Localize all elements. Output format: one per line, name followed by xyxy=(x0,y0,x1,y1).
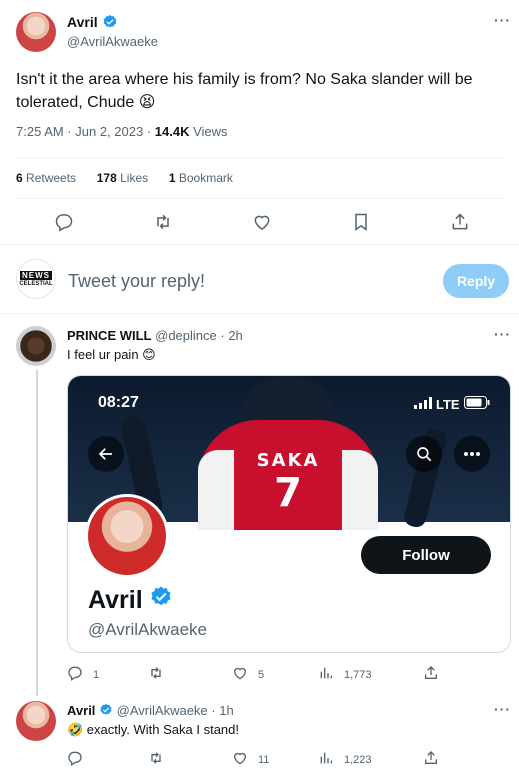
reply1-views-count: 1,773 xyxy=(344,668,372,681)
embedded-image[interactable]: SAKA 7 08:27 LTE Follow Avril @AvrilAkwa… xyxy=(67,375,511,653)
author-handle[interactable]: @AvrilAkwaeke xyxy=(67,34,158,49)
battery-icon xyxy=(463,396,490,412)
reply1-time[interactable]: · 2h xyxy=(220,328,242,343)
likes-label: Likes xyxy=(120,171,149,185)
network-label: LTE xyxy=(436,396,460,412)
bookmark-icon[interactable] xyxy=(351,212,371,232)
profile-name: Avril xyxy=(88,586,143,614)
reply1-views-action[interactable]: 1,773 xyxy=(318,665,372,684)
profile-verified-badge-icon xyxy=(149,585,173,616)
tweet-stats: 6 Retweets 178 Likes 1 Bookmark xyxy=(16,171,233,185)
tweet-text: Isn't it the area where his family is fr… xyxy=(16,71,473,111)
author-avatar[interactable] xyxy=(16,12,56,52)
jersey-name: SAKA xyxy=(256,450,320,471)
reply-input[interactable]: Tweet your reply! xyxy=(68,271,205,292)
back-arrow-icon[interactable] xyxy=(88,436,124,472)
reply1-like-action[interactable]: 5 xyxy=(232,665,264,684)
reply2-author-name[interactable]: Avril xyxy=(67,703,95,718)
retweet-icon[interactable] xyxy=(153,212,173,232)
retweet-icon xyxy=(148,750,164,769)
like-icon xyxy=(232,750,248,769)
jersey-number: 7 xyxy=(274,470,302,516)
bookmarks-count: 1 xyxy=(168,171,176,185)
reply2-time[interactable]: · 1h xyxy=(211,703,233,718)
thread-line xyxy=(36,370,38,696)
reply2-header: Avril @AvrilAkwaeke · 1h xyxy=(67,703,234,720)
divider xyxy=(0,244,519,245)
retweets-count: 6 xyxy=(16,171,23,185)
reply2-more-icon[interactable]: ··· xyxy=(494,701,511,717)
reply1-author-name[interactable]: PRINCE WILL xyxy=(67,328,152,343)
tweet-timestamp[interactable]: 7:25 AM · Jun 2, 2023 xyxy=(16,124,143,139)
likes-count: 178 xyxy=(96,171,117,185)
author-name-row[interactable]: Avril xyxy=(67,14,118,33)
reply1-reply-action[interactable]: 1 xyxy=(67,665,99,684)
author-name[interactable]: Avril xyxy=(67,14,98,30)
share-icon xyxy=(423,665,439,684)
divider xyxy=(16,198,503,199)
reply2-share-action[interactable] xyxy=(423,750,439,769)
like-icon[interactable] xyxy=(252,212,272,232)
share-icon xyxy=(423,750,439,769)
profile-handle: @AvrilAkwaeke xyxy=(88,620,207,639)
reply1-replies-count: 1 xyxy=(93,668,100,681)
reply2-views-count: 1,223 xyxy=(344,753,372,766)
share-icon[interactable] xyxy=(450,212,470,232)
likes-stat[interactable]: 178 Likes xyxy=(97,171,148,185)
verified-badge-icon xyxy=(102,14,118,33)
reply2-reply-action[interactable] xyxy=(67,750,87,769)
current-user-avatar[interactable]: NEWS CELESTIAL xyxy=(16,259,56,299)
analytics-icon xyxy=(318,750,334,769)
reply1-share-action[interactable] xyxy=(423,665,439,684)
tweet-meta: 7:25 AM · Jun 2, 2023 · 14.4K Views xyxy=(16,124,228,139)
avatar-logo-top: NEWS xyxy=(20,270,52,280)
reply2-avatar[interactable] xyxy=(16,701,56,741)
follow-button: Follow xyxy=(361,536,491,574)
profile-avatar xyxy=(85,494,169,578)
reply2-retweet-action[interactable] xyxy=(148,750,168,769)
reply1-avatar[interactable] xyxy=(16,326,56,366)
like-icon xyxy=(232,665,248,684)
avatar-logo-bottom: CELESTIAL xyxy=(19,280,53,287)
reply1-author-handle[interactable]: @deplince xyxy=(155,328,217,343)
retweets-label: Retweets xyxy=(26,171,77,185)
analytics-icon xyxy=(318,665,334,684)
reply1-more-icon[interactable]: ··· xyxy=(494,326,511,342)
reply2-author-handle[interactable]: @AvrilAkwaeke xyxy=(117,703,208,718)
reply1-retweet-action[interactable] xyxy=(148,665,168,684)
verified-badge-icon xyxy=(99,703,113,720)
reply1-header: PRINCE WILL @deplince · 2h xyxy=(67,328,243,343)
bookmarks-stat[interactable]: 1 Bookmark xyxy=(169,171,233,185)
more-options-icon[interactable]: ··· xyxy=(494,12,511,28)
more-icon[interactable] xyxy=(454,436,490,472)
reply2-views-action[interactable]: 1,223 xyxy=(318,750,372,769)
retweets-stat[interactable]: 6 Retweets xyxy=(16,171,76,185)
profile-name-row: Avril xyxy=(88,585,173,616)
reply2-likes-count: 11 xyxy=(258,753,270,766)
phone-time: 08:27 xyxy=(98,394,139,411)
views-label: Views xyxy=(193,124,228,139)
search-icon[interactable] xyxy=(406,436,442,472)
reply-icon xyxy=(67,665,83,684)
reply-icon[interactable] xyxy=(54,212,74,232)
divider xyxy=(0,313,519,314)
views-count: 14.4K xyxy=(154,124,190,139)
reply-icon xyxy=(67,750,83,769)
retweet-icon xyxy=(148,665,164,684)
bookmarks-label: Bookmark xyxy=(178,171,233,185)
reply1-likes-count: 5 xyxy=(258,668,265,681)
phone-status-bar: LTE xyxy=(414,396,490,412)
divider xyxy=(16,157,503,158)
signal-icon xyxy=(414,396,432,412)
reply-button[interactable]: Reply xyxy=(443,264,509,298)
player-jersey: SAKA 7 xyxy=(198,420,378,530)
reply1-text: I feel ur pain 😊 xyxy=(67,347,156,362)
reply2-like-action[interactable]: 11 xyxy=(232,750,269,769)
reply2-text: 🤣 exactly. With Saka I stand! xyxy=(67,722,240,737)
